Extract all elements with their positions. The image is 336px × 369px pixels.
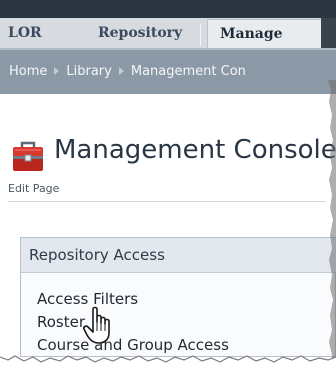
tab-repository[interactable]: Repository (90, 18, 190, 48)
roster-link[interactable]: Roster (37, 313, 85, 331)
breadcrumb-arrow-icon (54, 67, 60, 75)
breadcrumb-current: Management Con (130, 64, 246, 79)
tab-lor[interactable]: LOR (8, 18, 42, 48)
toolbox-icon (13, 141, 43, 171)
tab-separator (200, 24, 201, 46)
breadcrumb: Home Library Management Con (9, 64, 246, 79)
torn-edge-bottom (0, 355, 336, 369)
torn-edge-right (328, 80, 336, 369)
panel-title: Repository Access (29, 246, 165, 264)
edit-page-link[interactable]: Edit Page (8, 182, 59, 195)
breadcrumb-home[interactable]: Home (9, 64, 47, 79)
page-title: Management Console (54, 135, 336, 165)
course-group-access-link[interactable]: Course and Group Access (37, 336, 229, 354)
tab-manage[interactable]: Manage (207, 19, 322, 48)
hand-cursor-icon (83, 306, 110, 344)
breadcrumb-arrow-icon (118, 67, 124, 75)
title-divider (8, 201, 326, 202)
breadcrumb-library[interactable]: Library (66, 64, 111, 79)
tab-overflow (321, 18, 336, 48)
top-strip (0, 0, 336, 18)
